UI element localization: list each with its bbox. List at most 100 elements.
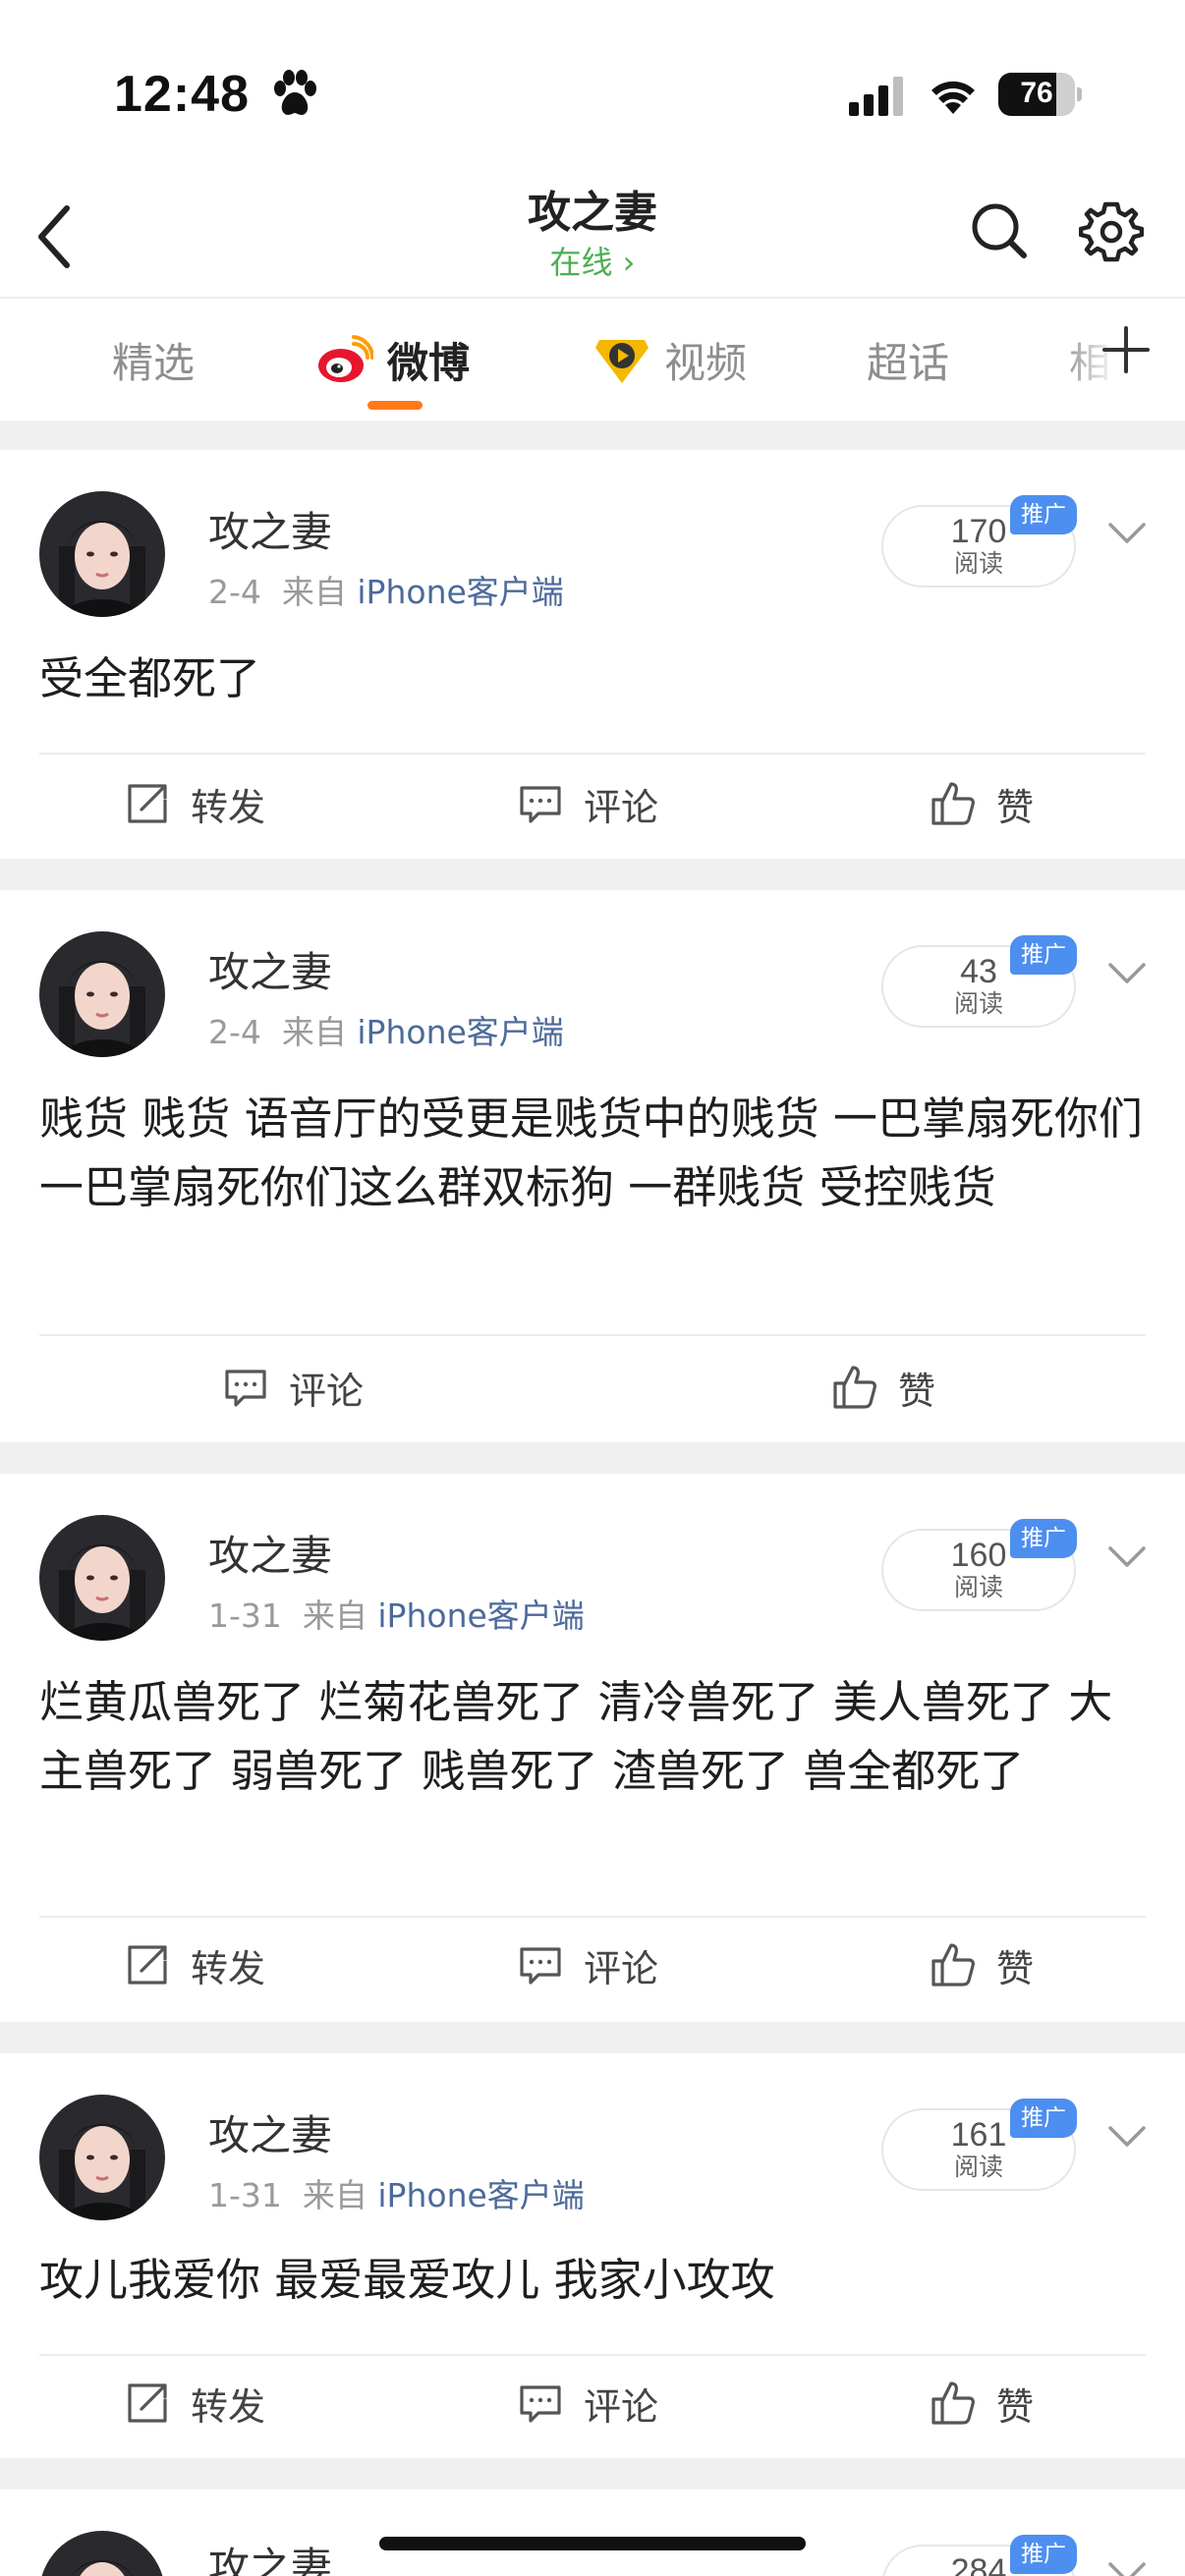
thumbs-up-icon bbox=[931, 2381, 975, 2425]
like-button[interactable]: 赞 bbox=[831, 1358, 935, 1417]
source-prefix: 来自 bbox=[281, 1013, 347, 1051]
read-label: 阅读 bbox=[953, 549, 1003, 578]
repost-label: 转发 bbox=[191, 785, 266, 829]
like-label: 赞 bbox=[996, 2384, 1035, 2429]
chevron-down-icon[interactable] bbox=[1106, 2560, 1148, 2576]
repost-button[interactable]: 转发 bbox=[124, 2374, 265, 2433]
author-name[interactable]: 攻之妻 bbox=[208, 2535, 332, 2576]
author-name[interactable]: 攻之妻 bbox=[208, 499, 332, 559]
post-meta: 1-31 来自 iPhone客户端 bbox=[208, 2169, 585, 2216]
post-card[interactable]: 攻之妻 1-31 来自 iPhone客户端 161 阅读 推广 攻儿我爱你 最爱… bbox=[0, 2053, 1185, 2458]
tab-featured[interactable]: 精选 bbox=[112, 330, 195, 389]
battery-icon: 76 bbox=[998, 73, 1082, 116]
post-meta: 2-4 来自 iPhone客户端 bbox=[208, 1006, 564, 1053]
post-source[interactable]: iPhone客户端 bbox=[377, 1596, 584, 1635]
add-tab-icon[interactable] bbox=[1100, 324, 1152, 375]
read-label: 阅读 bbox=[953, 1573, 1003, 1601]
post-source[interactable]: iPhone客户端 bbox=[377, 2176, 584, 2214]
chevron-down-icon[interactable] bbox=[1106, 1544, 1148, 1570]
repost-label: 转发 bbox=[191, 2384, 266, 2429]
comment-icon bbox=[520, 2385, 561, 2423]
like-button[interactable]: 赞 bbox=[930, 2374, 1034, 2433]
header: 攻之妻 在线 › bbox=[0, 167, 1185, 295]
comment-label: 评论 bbox=[584, 2384, 659, 2429]
author-name[interactable]: 攻之妻 bbox=[208, 2102, 332, 2162]
avatar[interactable] bbox=[39, 2095, 165, 2220]
post-source[interactable]: iPhone客户端 bbox=[357, 1013, 563, 1051]
status-time: 12:48 bbox=[114, 66, 250, 123]
source-prefix: 来自 bbox=[302, 1596, 367, 1635]
repost-button[interactable]: 转发 bbox=[124, 774, 265, 833]
active-tab-indicator bbox=[367, 401, 423, 410]
tab-bar: 精选 微博 视频 超话 相 bbox=[0, 297, 1185, 419]
post-text: 烂黄瓜兽死了 烂菊花兽死了 清冷兽死了 美人兽死了 大主兽死了 弱兽死了 贱兽死… bbox=[39, 1676, 1113, 1797]
like-button[interactable]: 赞 bbox=[930, 1935, 1034, 1994]
like-label: 赞 bbox=[996, 785, 1035, 829]
chevron-down-icon[interactable] bbox=[1106, 2124, 1148, 2150]
comment-button[interactable]: 评论 bbox=[222, 1358, 364, 1417]
status-bar: 12:48 76 bbox=[0, 0, 1185, 177]
post-date: 1-31 bbox=[208, 1596, 282, 1635]
promote-badge[interactable]: 推广 bbox=[1010, 935, 1077, 975]
tab-label: 微博 bbox=[387, 338, 471, 387]
promote-badge[interactable]: 推广 bbox=[1010, 2099, 1077, 2138]
wifi-icon bbox=[931, 81, 975, 114]
search-icon[interactable] bbox=[967, 198, 1032, 263]
like-label: 赞 bbox=[996, 1946, 1035, 1990]
tab-label: 精选 bbox=[112, 338, 196, 387]
post-meta: 1-31 来自 iPhone客户端 bbox=[208, 1590, 585, 1637]
repost-icon bbox=[128, 1945, 167, 1985]
post-card[interactable]: 攻之妻 2-4 来自 iPhone客户端 170 阅读 推广 受全都死了 转发 … bbox=[0, 450, 1185, 859]
thumbs-up-icon bbox=[931, 782, 975, 825]
tab-weibo[interactable]: 微博 bbox=[316, 330, 470, 389]
post-date: 2-4 bbox=[208, 1013, 261, 1051]
source-prefix: 来自 bbox=[281, 573, 347, 611]
post-date: 2-4 bbox=[208, 573, 261, 611]
comment-label: 评论 bbox=[289, 1369, 365, 1413]
comment-button[interactable]: 评论 bbox=[517, 2374, 658, 2433]
repost-icon bbox=[128, 784, 167, 823]
post-card[interactable]: 攻之妻 284 推广 bbox=[0, 2490, 1185, 2576]
chevron-down-icon[interactable] bbox=[1106, 961, 1148, 986]
chevron-down-icon[interactable] bbox=[1106, 521, 1148, 546]
avatar[interactable] bbox=[39, 1515, 165, 1641]
post-source[interactable]: iPhone客户端 bbox=[357, 573, 563, 611]
avatar[interactable] bbox=[39, 2531, 165, 2576]
author-name[interactable]: 攻之妻 bbox=[208, 939, 332, 999]
post-card[interactable]: 攻之妻 1-31 来自 iPhone客户端 160 阅读 推广 烂黄瓜兽死了 烂… bbox=[0, 1474, 1185, 2022]
post-text: 受全都死了 bbox=[39, 652, 261, 704]
repost-icon bbox=[128, 2383, 167, 2423]
promote-badge[interactable]: 推广 bbox=[1010, 495, 1077, 534]
thumbs-up-icon bbox=[833, 1366, 876, 1409]
author-name[interactable]: 攻之妻 bbox=[208, 1523, 332, 1583]
tab-super-topic[interactable]: 超话 bbox=[867, 330, 949, 389]
promote-badge[interactable]: 推广 bbox=[1010, 1519, 1077, 1558]
thumbs-up-icon bbox=[931, 1943, 975, 1987]
repost-button[interactable]: 转发 bbox=[124, 1935, 265, 1994]
like-button[interactable]: 赞 bbox=[930, 774, 1034, 833]
avatar[interactable] bbox=[39, 931, 165, 1057]
tab-label: 视频 bbox=[664, 338, 748, 387]
read-label: 阅读 bbox=[953, 989, 1003, 1018]
tab-video[interactable]: 视频 bbox=[593, 330, 747, 389]
post-date: 1-31 bbox=[208, 2176, 282, 2214]
paw-icon bbox=[274, 70, 316, 115]
video-play-icon bbox=[595, 340, 649, 383]
source-prefix: 来自 bbox=[302, 2176, 367, 2214]
comment-label: 评论 bbox=[584, 1946, 659, 1990]
comment-button[interactable]: 评论 bbox=[517, 774, 658, 833]
post-text: 攻儿我爱你 最爱最爱攻儿 我家小攻攻 bbox=[39, 2254, 775, 2306]
promote-badge[interactable]: 推广 bbox=[1010, 2535, 1077, 2574]
gear-icon[interactable] bbox=[1079, 198, 1144, 263]
comment-icon bbox=[520, 1947, 561, 1985]
avatar[interactable] bbox=[39, 491, 165, 617]
home-indicator bbox=[379, 2537, 806, 2550]
repost-label: 转发 bbox=[191, 1946, 266, 1990]
comment-icon bbox=[225, 1370, 266, 1407]
like-label: 赞 bbox=[898, 1369, 936, 1413]
post-card[interactable]: 攻之妻 2-4 来自 iPhone客户端 43 阅读 推广 贱货 贱货 语音厅的… bbox=[0, 890, 1185, 1442]
weibo-logo-icon bbox=[318, 335, 373, 382]
comment-label: 评论 bbox=[584, 785, 659, 829]
tab-label: 超话 bbox=[867, 338, 950, 387]
comment-button[interactable]: 评论 bbox=[517, 1935, 658, 1994]
